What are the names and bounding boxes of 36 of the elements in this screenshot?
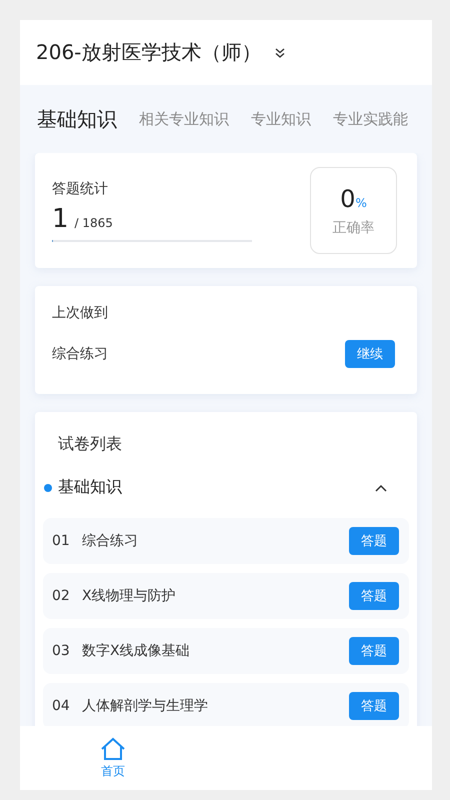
answer-button[interactable]: 答题 bbox=[349, 637, 399, 665]
exam-title: 206-放射医学技术（师） bbox=[36, 39, 262, 66]
section-title[interactable]: 基础知识 bbox=[58, 477, 375, 498]
paper-number: 03 bbox=[52, 643, 71, 659]
category-tab[interactable]: 专业实践能 bbox=[333, 110, 408, 128]
paper-name: 人体解剖学与生理学 bbox=[82, 697, 209, 715]
paper-number: 04 bbox=[52, 698, 71, 714]
paper-row[interactable]: 04 人体解剖学与生理学 答题 bbox=[43, 683, 409, 729]
percent-sign: % bbox=[355, 196, 367, 210]
answer-button[interactable]: 答题 bbox=[349, 527, 399, 555]
last-item: 综合练习 bbox=[52, 345, 108, 363]
paper-number: 02 bbox=[52, 588, 71, 604]
answer-button[interactable]: 答题 bbox=[349, 692, 399, 720]
paper-row[interactable]: 01 综合练习 答题 bbox=[43, 518, 409, 564]
answered-count: 1 bbox=[52, 204, 69, 234]
home-icon bbox=[100, 736, 126, 760]
continue-button[interactable]: 继续 bbox=[345, 340, 395, 368]
stats-title: 答题统计 bbox=[52, 180, 109, 198]
paper-number: 01 bbox=[52, 533, 71, 549]
accuracy-label: 正确率 bbox=[332, 218, 374, 236]
accuracy-value: 0 bbox=[340, 184, 356, 212]
nav-tab[interactable]: 首页 bbox=[100, 726, 126, 790]
answer-button[interactable]: 答题 bbox=[349, 582, 399, 610]
category-tab[interactable]: 专业知识 bbox=[251, 110, 311, 128]
paper-name: 综合练习 bbox=[82, 532, 139, 550]
double-chevron-icon[interactable] bbox=[275, 48, 286, 58]
paper-name: 数字X线成像基础 bbox=[82, 642, 191, 660]
collapse-chevron-icon[interactable] bbox=[375, 484, 387, 492]
category-tab[interactable]: 相关专业知识 bbox=[139, 110, 229, 128]
paper-name: X线物理与防护 bbox=[82, 587, 177, 605]
total-count: / 1865 bbox=[74, 216, 113, 230]
paper-list-title: 试卷列表 bbox=[57, 434, 123, 455]
paper-row[interactable]: 02 X线物理与防护 答题 bbox=[43, 573, 409, 619]
last-progress-title: 上次做到 bbox=[52, 304, 109, 322]
paper-row[interactable]: 03 数字X线成像基础 答题 bbox=[43, 628, 409, 674]
category-tab[interactable]: 基础知识 bbox=[37, 106, 117, 132]
